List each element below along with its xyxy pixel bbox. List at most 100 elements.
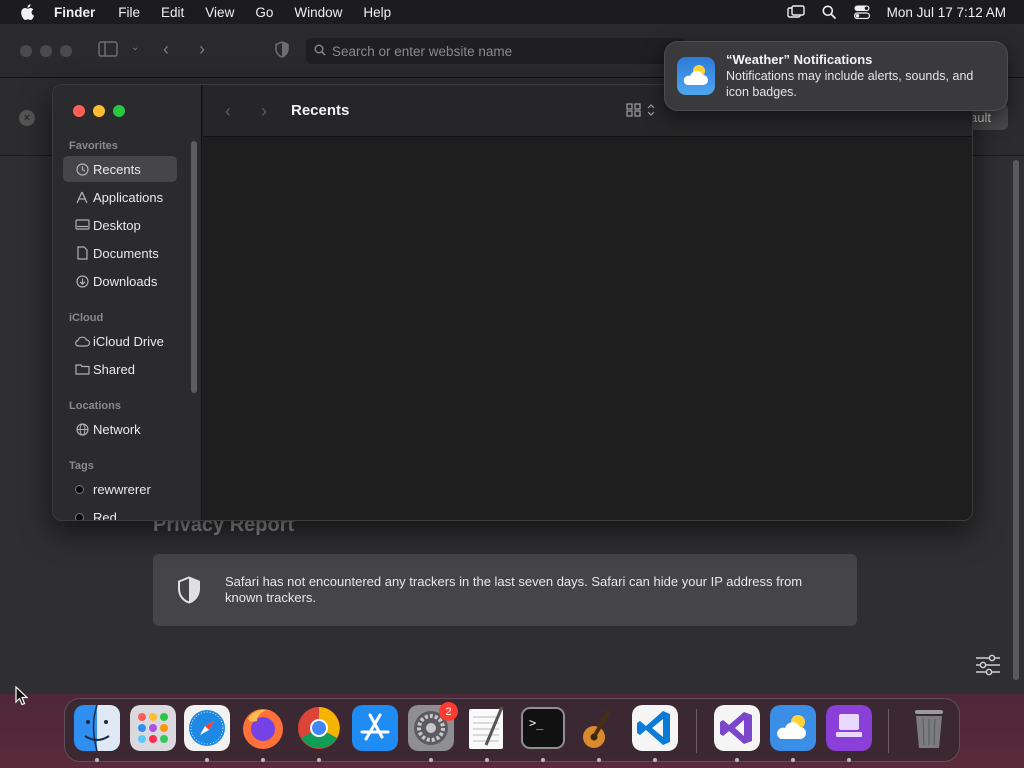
sidebar-item-label: Network xyxy=(93,421,141,437)
running-indicator xyxy=(847,758,851,762)
page-scrollbar[interactable] xyxy=(1013,160,1019,680)
menu-go[interactable]: Go xyxy=(255,5,273,20)
menu-bar: Finder File Edit View Go Window Help Mon… xyxy=(0,0,1024,24)
menu-file[interactable]: File xyxy=(118,5,140,20)
customize-sliders-icon[interactable] xyxy=(975,654,1001,681)
running-indicator xyxy=(317,758,321,762)
globe-icon xyxy=(72,422,92,436)
running-indicator xyxy=(597,758,601,762)
notification-badge: 2 xyxy=(439,702,458,721)
sidebar-item-applications[interactable]: Applications xyxy=(63,184,177,210)
running-indicator xyxy=(95,758,99,762)
dock-garageband-icon[interactable] xyxy=(576,705,622,751)
screen-mirroring-icon[interactable] xyxy=(785,0,807,24)
notification-body: Notifications may include alerts, sounds… xyxy=(726,69,974,99)
applications-icon xyxy=(72,191,92,204)
search-icon xyxy=(314,44,326,59)
close-tab-icon[interactable]: × xyxy=(19,110,35,126)
dock-weather-icon[interactable] xyxy=(770,705,816,751)
dock-vscode-icon[interactable] xyxy=(632,705,678,751)
dock-firefox-icon[interactable] xyxy=(240,705,286,751)
weather-app-icon xyxy=(677,57,715,95)
dock-visual-studio-icon[interactable] xyxy=(714,705,760,751)
privacy-report-card[interactable]: Safari has not encountered any trackers … xyxy=(153,554,857,626)
forward-icon[interactable]: › xyxy=(261,101,267,122)
dock-separator xyxy=(888,709,889,753)
dock-launchpad-icon[interactable] xyxy=(130,705,176,751)
tag-dot-icon xyxy=(75,484,84,494)
mouse-pointer-icon xyxy=(15,685,29,711)
sidebar-item-label: Shared xyxy=(93,361,135,377)
sidebar-item-documents[interactable]: Documents xyxy=(63,240,177,266)
forward-icon[interactable]: › xyxy=(199,39,205,60)
running-indicator xyxy=(205,758,209,762)
locations-heading: Locations xyxy=(69,400,121,412)
icloud-heading: iCloud xyxy=(69,312,104,324)
sidebar-tag-rewwrerer[interactable]: rewwrerer xyxy=(63,476,177,502)
cloud-icon xyxy=(72,336,92,347)
running-indicator xyxy=(429,758,433,762)
sidebar-scrollbar[interactable] xyxy=(191,141,197,393)
back-icon[interactable]: ‹ xyxy=(163,39,169,60)
menu-window[interactable]: Window xyxy=(294,5,342,20)
address-placeholder: Search or enter website name xyxy=(332,43,513,59)
running-indicator xyxy=(791,758,795,762)
finder-window-controls xyxy=(73,105,125,117)
apple-menu-icon[interactable] xyxy=(17,0,37,24)
privacy-shield-icon[interactable] xyxy=(275,41,289,61)
menu-view[interactable]: View xyxy=(205,5,234,20)
favorites-heading: Favorites xyxy=(69,140,118,152)
tags-heading: Tags xyxy=(69,460,94,472)
safari-window-controls[interactable] xyxy=(20,45,72,57)
shield-icon xyxy=(153,576,225,604)
close-window-button[interactable] xyxy=(73,105,85,117)
dock-terminal-icon[interactable]: >_ xyxy=(520,705,566,751)
control-center-icon[interactable] xyxy=(851,0,873,24)
chevron-down-icon[interactable]: ⌄ xyxy=(131,42,139,53)
weather-notification[interactable]: “Weather” Notifications Notifications ma… xyxy=(664,41,1008,111)
spotlight-search-icon[interactable] xyxy=(818,0,840,24)
shared-folder-icon xyxy=(72,363,92,375)
sidebar-toggle-icon[interactable] xyxy=(98,41,118,60)
window-title: Recents xyxy=(291,102,350,119)
grid-view-icon[interactable] xyxy=(626,102,656,123)
dock-trash-icon[interactable] xyxy=(906,705,952,751)
sidebar-item-recents[interactable]: Recents xyxy=(63,156,177,182)
minimize-window-button[interactable] xyxy=(93,105,105,117)
dock-simulator-icon[interactable] xyxy=(826,705,872,751)
sidebar-item-downloads[interactable]: Downloads xyxy=(63,268,177,294)
running-indicator xyxy=(541,758,545,762)
sidebar-item-shared[interactable]: Shared xyxy=(63,356,177,382)
dock-safari-icon[interactable] xyxy=(184,705,230,751)
menu-app-name[interactable]: Finder xyxy=(54,5,95,20)
dock-chrome-icon[interactable] xyxy=(296,705,342,751)
menu-clock[interactable]: Mon Jul 17 7:12 AM xyxy=(887,5,1006,20)
tag-dot-icon xyxy=(75,512,84,520)
running-indicator xyxy=(485,758,489,762)
sidebar-item-label: Applications xyxy=(93,189,164,205)
sidebar-item-label: Red xyxy=(93,509,117,521)
dock-separator xyxy=(696,709,697,753)
zoom-window-button[interactable] xyxy=(113,105,125,117)
back-icon[interactable]: ‹ xyxy=(225,101,231,122)
finder-window: Favorites Recents Applications Desktop D… xyxy=(52,84,973,521)
finder-content-area[interactable] xyxy=(203,138,972,520)
dock: >_ xyxy=(64,698,960,762)
menu-edit[interactable]: Edit xyxy=(161,5,184,20)
address-bar[interactable]: Search or enter website name xyxy=(306,38,686,64)
dock-textedit-icon[interactable] xyxy=(464,705,510,751)
dock-app-store-icon[interactable] xyxy=(352,705,398,751)
finder-sidebar: Favorites Recents Applications Desktop D… xyxy=(53,85,202,521)
svg-text:>_: >_ xyxy=(529,716,544,730)
sidebar-item-network[interactable]: Network xyxy=(63,416,177,442)
sidebar-item-label: Documents xyxy=(93,245,159,261)
sidebar-item-icloud-drive[interactable]: iCloud Drive xyxy=(63,328,177,354)
download-icon xyxy=(72,274,92,288)
privacy-report-text: Safari has not encountered any trackers … xyxy=(225,574,803,605)
running-indicator xyxy=(735,758,739,762)
menu-help[interactable]: Help xyxy=(363,5,391,20)
sidebar-item-desktop[interactable]: Desktop xyxy=(63,212,177,238)
dock-finder-icon[interactable] xyxy=(74,705,120,751)
sidebar-item-label: Recents xyxy=(93,161,141,177)
sidebar-tag-red[interactable]: Red xyxy=(63,504,177,521)
